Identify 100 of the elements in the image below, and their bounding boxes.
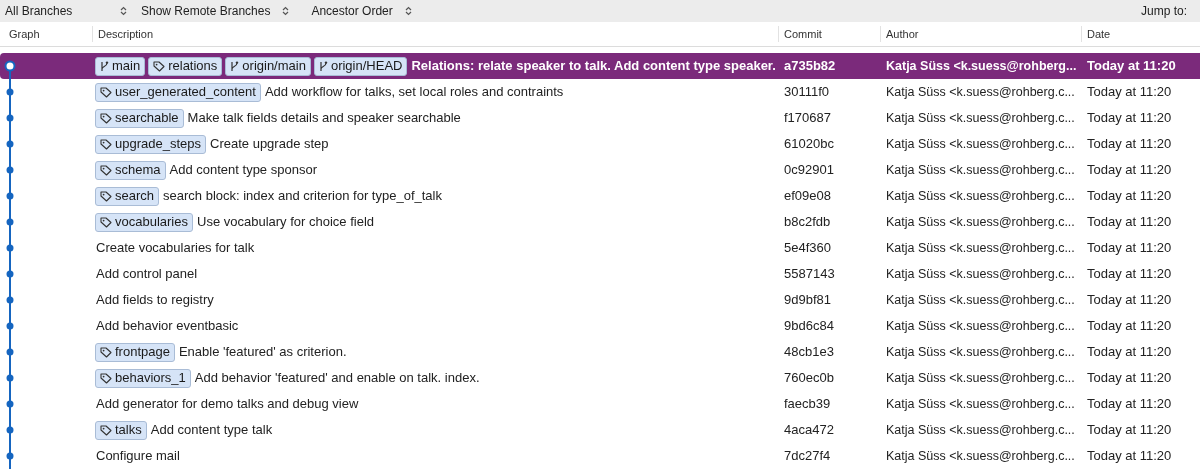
author-name: Katja Süss <k.suess@rohberg.c...	[886, 345, 1075, 360]
author-name: Katja Süss <k.suess@rohberg.c...	[886, 111, 1075, 126]
commit-date: Today at 11:20	[1087, 318, 1172, 334]
commit-date: Today at 11:20	[1087, 422, 1172, 438]
commit-hash: faecb39	[784, 396, 831, 412]
tag-label[interactable]: talks	[95, 420, 147, 440]
tag-label[interactable]: relations	[148, 56, 223, 76]
commit-message: Add workflow for talks, set local roles and contraints	[264, 83, 564, 102]
commit-hash: 760ec0b	[784, 370, 834, 386]
author-name: Katja Süss <k.suess@rohberg...	[886, 59, 1077, 74]
branch-icon	[100, 60, 109, 72]
commit-message: Enable 'featured' as criterion.	[178, 343, 347, 362]
updown-icon	[282, 6, 290, 16]
branch-icon	[230, 60, 240, 72]
author-name: Katja Süss <k.suess@rohberg.c...	[886, 241, 1075, 256]
tag-icon	[100, 424, 112, 436]
commit-date: Today at 11:20	[1087, 266, 1172, 282]
commit-message: Add content type talk	[150, 421, 273, 440]
commit-hash: 5587143	[784, 266, 835, 282]
commit-message: Add behavior 'featured' and enable on talk. index.	[194, 369, 480, 388]
selected-commit-row[interactable]: main relations origin/main origin/HEAD Relations: relate speaker to talk. Add content type speaker. a735b82 Katja Süss <k.suess@rohberg... Today at 11:20	[0, 53, 1200, 79]
commit-date: Today at 11:20	[1087, 162, 1172, 178]
commit-message: search block: index and criterion for type_of_talk	[163, 187, 442, 206]
commit-message: Add generator for demo talks and debug view	[96, 395, 359, 414]
commit-hash: 9d9bf81	[784, 292, 831, 308]
commit-hash: 0c92901	[784, 162, 834, 178]
column-header[interactable]: Author	[886, 25, 919, 43]
commit-date: Today at 11:20	[1087, 136, 1172, 152]
author-name: Katja Süss <k.suess@rohberg.c...	[886, 267, 1075, 282]
commit-date: Today at 11:20	[1087, 110, 1172, 126]
commit-message: Configure mail	[96, 447, 180, 466]
commit-hash: 48cb1e3	[784, 344, 834, 360]
commit-hash: 5e4f360	[784, 240, 831, 256]
commit-message: Relations: relate speaker to talk. Add content type speaker.	[411, 57, 776, 76]
commit-hash: a735b82	[784, 58, 836, 74]
tag-label[interactable]: schema	[95, 160, 166, 180]
author-name: Katja Süss <k.suess@rohberg.c...	[886, 423, 1075, 438]
branch-label[interactable]: main	[95, 56, 146, 76]
commit-message: Add content type sponsor	[169, 161, 317, 180]
author-name: Katja Süss <k.suess@rohberg.c...	[886, 293, 1075, 308]
tag-icon	[100, 138, 112, 150]
tag-label[interactable]: frontpage	[95, 342, 175, 362]
tag-label[interactable]: search	[95, 186, 160, 206]
author-name: Katja Süss <k.suess@rohberg.c...	[886, 137, 1075, 152]
commit-date: Today at 11:20	[1087, 344, 1172, 360]
commit-date: Today at 11:20	[1087, 58, 1176, 74]
author-name: Katja Süss <k.suess@rohberg.c...	[886, 189, 1075, 204]
branch-label[interactable]: origin/HEAD	[313, 56, 408, 76]
filter-dropdown[interactable]: Ancestor Order	[311, 2, 412, 20]
commit-date: Today at 11:20	[1087, 370, 1172, 386]
jump-label: Jump to:	[1140, 3, 1187, 20]
tag-label[interactable]: behaviors_1	[95, 368, 191, 388]
column-header[interactable]: Description	[98, 25, 154, 43]
tag-icon	[100, 164, 112, 176]
commit-hash: ef09e08	[784, 188, 831, 204]
updown-icon	[120, 6, 127, 16]
commit-message: Use vocabulary for choice field	[197, 213, 375, 232]
tag-label[interactable]: searchable	[95, 108, 184, 128]
commit-message: Create vocabularies for talk	[96, 239, 255, 258]
column-header[interactable]: Commit	[784, 25, 822, 43]
commit-date: Today at 11:20	[1087, 240, 1172, 256]
tag-icon	[153, 60, 166, 72]
tag-icon	[100, 372, 112, 384]
commit-date: Today at 11:20	[1087, 448, 1172, 464]
author-name: Katja Süss <k.suess@rohberg.c...	[886, 449, 1075, 464]
commit-hash: f170687	[784, 110, 831, 126]
tag-label[interactable]: vocabularies	[95, 212, 193, 232]
branch-label[interactable]: origin/main	[225, 56, 311, 76]
commit-message: Create upgrade step	[210, 135, 329, 154]
commit-message: Add fields to registry	[96, 291, 214, 310]
commit-date: Today at 11:20	[1087, 214, 1172, 230]
tag-icon	[100, 216, 112, 228]
commit-message: Add behavior eventbasic	[96, 317, 239, 336]
branch-icon	[318, 60, 328, 72]
tag-label[interactable]: user_generated_content	[95, 82, 261, 102]
author-name: Katja Süss <k.suess@rohberg.c...	[886, 163, 1075, 178]
commit-date: Today at 11:20	[1087, 188, 1172, 204]
author-name: Katja Süss <k.suess@rohberg.c...	[886, 319, 1075, 334]
tag-icon	[100, 190, 112, 202]
commit-date: Today at 11:20	[1087, 84, 1172, 100]
commit-message: Add control panel	[96, 265, 198, 284]
column-header[interactable]: Graph	[9, 25, 40, 43]
author-name: Katja Süss <k.suess@rohberg.c...	[886, 397, 1075, 412]
tag-icon	[100, 112, 112, 124]
commit-hash: b8c2fdb	[784, 214, 831, 230]
commit-hash: 9bd6c84	[784, 318, 834, 334]
commit-hash: 7dc27f4	[784, 448, 831, 464]
tag-label[interactable]: upgrade_steps	[95, 134, 206, 154]
updown-icon	[404, 6, 412, 16]
commit-message: Make talk fields details and speaker searchable	[187, 109, 461, 128]
author-name: Katja Süss <k.suess@rohberg.c...	[886, 215, 1075, 230]
column-header[interactable]: Date	[1087, 25, 1111, 43]
commit-date: Today at 11:20	[1087, 396, 1172, 412]
tag-icon	[100, 86, 112, 98]
filter-dropdown[interactable]: All Branches	[5, 2, 141, 20]
tag-icon	[100, 346, 112, 358]
commit-hash: 61020bc	[784, 136, 834, 152]
commit-hash: 30111f0	[784, 84, 830, 100]
filter-dropdown[interactable]: Show Remote Branches	[141, 2, 290, 20]
commit-hash: 4aca472	[784, 422, 834, 438]
